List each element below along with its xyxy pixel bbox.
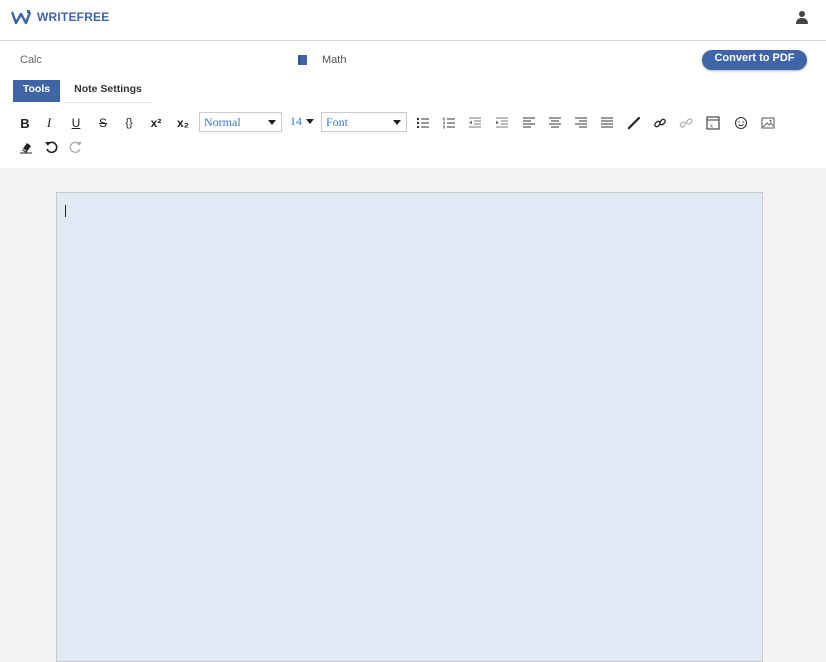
font-family-select[interactable]: Font [321, 112, 407, 132]
pen-icon[interactable] [626, 115, 642, 131]
book-icon [298, 55, 307, 65]
unlink-icon[interactable] [678, 115, 694, 131]
chevron-down-icon [306, 119, 314, 124]
align-left-icon[interactable] [521, 115, 537, 131]
paragraph-style-select[interactable]: Normal [199, 112, 282, 132]
convert-to-pdf-button[interactable]: Convert to PDF [702, 50, 807, 70]
strikethrough-button[interactable]: S [95, 115, 111, 131]
app-name: WRITEFREE [37, 10, 110, 24]
numbered-list-icon[interactable] [441, 115, 457, 131]
font-size-value: 14 [290, 114, 302, 128]
writefree-logo-icon [11, 10, 31, 24]
align-center-icon[interactable] [547, 115, 563, 131]
chevron-down-icon [268, 120, 276, 125]
indent-icon[interactable] [494, 115, 510, 131]
bold-button[interactable]: B [17, 115, 33, 131]
font-size-select[interactable]: 14 [286, 112, 317, 132]
note-title-label[interactable]: Calc [20, 54, 42, 66]
subject-label[interactable]: Math [322, 54, 346, 66]
emoji-icon[interactable] [733, 115, 749, 131]
user-icon[interactable] [796, 10, 808, 24]
link-icon[interactable] [652, 115, 668, 131]
image-icon[interactable] [760, 115, 776, 131]
undo-icon[interactable] [43, 139, 59, 155]
redo-icon[interactable] [68, 139, 84, 155]
eraser-icon[interactable] [18, 139, 34, 155]
text-cursor [65, 205, 66, 217]
outdent-icon[interactable] [467, 115, 483, 131]
italic-button[interactable]: I [41, 115, 57, 131]
tab-note-settings[interactable]: Note Settings [64, 80, 152, 103]
svg-text:x: x [710, 124, 713, 130]
paragraph-style-value: Normal [204, 115, 241, 129]
chevron-down-icon [393, 120, 401, 125]
align-right-icon[interactable] [573, 115, 589, 131]
top-bar: WRITEFREE [0, 0, 826, 41]
justify-icon[interactable] [599, 115, 615, 131]
note-editor[interactable] [56, 192, 763, 662]
tab-tools[interactable]: Tools [13, 80, 60, 102]
font-family-value: Font [326, 115, 349, 129]
code-button[interactable]: {} [121, 115, 137, 131]
underline-button[interactable]: U [68, 115, 84, 131]
superscript-button[interactable]: x² [147, 115, 165, 131]
subscript-button[interactable]: x₂ [174, 115, 192, 131]
logo[interactable]: WRITEFREE [11, 10, 109, 24]
formula-icon[interactable]: x [705, 115, 721, 131]
bullet-list-icon[interactable] [415, 115, 431, 131]
